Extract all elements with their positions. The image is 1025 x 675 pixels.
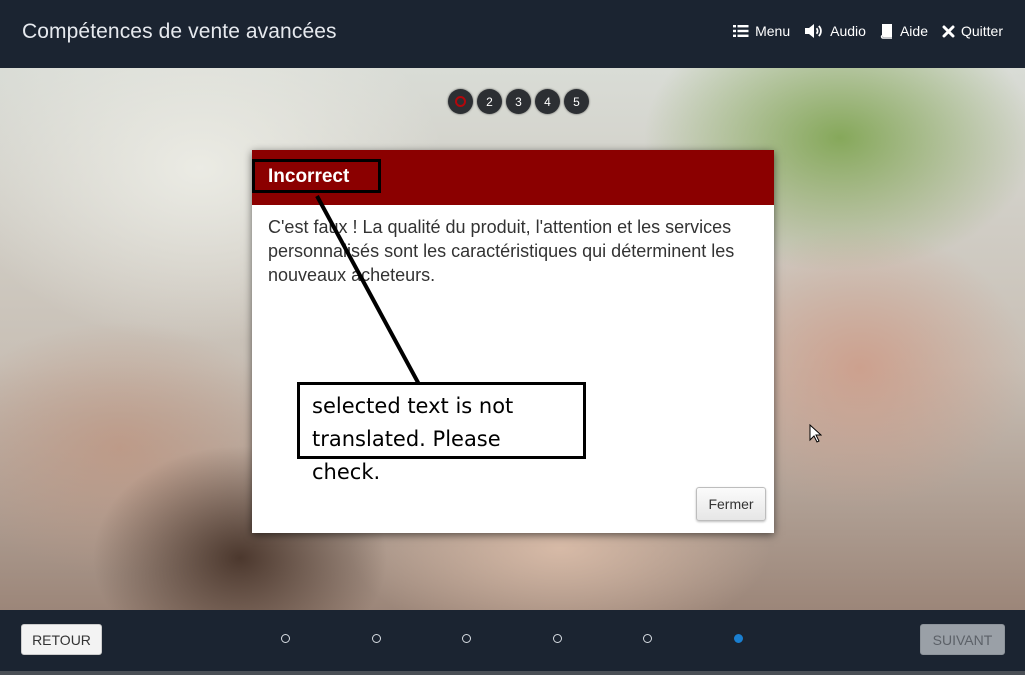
quit-button[interactable]: Quitter bbox=[942, 23, 1003, 39]
pager-dot-2[interactable] bbox=[372, 634, 381, 643]
slide-pager bbox=[281, 634, 751, 646]
menu-button[interactable]: Menu bbox=[733, 23, 790, 39]
annotation-line-2: translated. Please check. bbox=[312, 427, 501, 484]
progress-step-2[interactable]: 2 bbox=[477, 89, 502, 114]
annotation-highlight-box bbox=[252, 159, 381, 193]
close-dialog-button[interactable]: Fermer bbox=[696, 487, 766, 521]
top-bar: Compétences de vente avancées Menu Audio bbox=[0, 0, 1025, 69]
quit-label: Quitter bbox=[960, 23, 1003, 39]
current-step-ring-icon bbox=[455, 96, 466, 107]
top-navigation: Menu Audio Aide Quitter bbox=[733, 23, 1003, 39]
bottom-navigation-bar: RETOUR SUIVANT bbox=[0, 610, 1025, 675]
progress-step-5[interactable]: 5 bbox=[564, 89, 589, 114]
bottom-edge bbox=[0, 671, 1025, 675]
question-progress: 2 3 4 5 bbox=[448, 89, 589, 114]
mouse-pointer-icon bbox=[809, 424, 822, 443]
pager-dot-4[interactable] bbox=[553, 634, 562, 643]
course-title: Compétences de vente avancées bbox=[22, 20, 337, 43]
progress-step-4[interactable]: 4 bbox=[535, 89, 560, 114]
help-button[interactable]: Aide bbox=[880, 23, 928, 39]
pager-dot-3[interactable] bbox=[462, 634, 471, 643]
dialog-header: Incorrect bbox=[252, 150, 774, 205]
menu-label: Menu bbox=[755, 23, 791, 39]
annotation-callout: selected text is not translated. Please … bbox=[297, 382, 586, 484]
dialog-message: C'est faux ! La qualité du produit, l'at… bbox=[268, 217, 735, 285]
speaker-icon bbox=[804, 23, 824, 39]
pager-dot-6[interactable] bbox=[734, 634, 743, 643]
close-x-icon bbox=[942, 25, 955, 38]
menu-list-icon bbox=[733, 24, 749, 38]
pager-dot-1[interactable] bbox=[281, 634, 290, 643]
help-label: Aide bbox=[899, 23, 928, 39]
progress-step-1[interactable] bbox=[448, 89, 473, 114]
next-button[interactable]: SUIVANT bbox=[920, 624, 1005, 655]
audio-button[interactable]: Audio bbox=[804, 23, 866, 39]
pager-dot-5[interactable] bbox=[643, 634, 652, 643]
audio-label: Audio bbox=[830, 23, 866, 39]
progress-step-3[interactable]: 3 bbox=[506, 89, 531, 114]
back-button[interactable]: RETOUR bbox=[21, 624, 102, 655]
annotation-line-1: selected text is not bbox=[312, 394, 514, 418]
slide-stage: 2 3 4 5 Incorrect C'est faux ! La qualit… bbox=[0, 68, 1025, 610]
help-book-icon bbox=[880, 23, 894, 39]
